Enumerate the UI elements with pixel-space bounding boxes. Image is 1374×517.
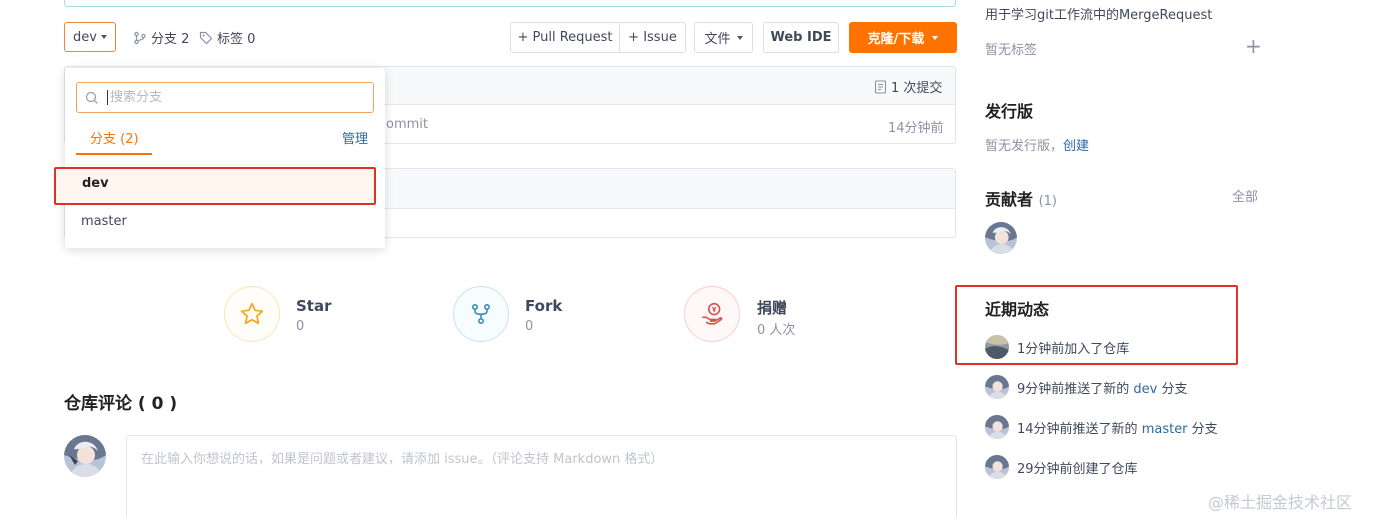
- branch-item-master[interactable]: master: [81, 214, 127, 229]
- no-releases-label: 暂无发行版，: [985, 139, 1064, 154]
- files-button[interactable]: 文件: [694, 22, 753, 53]
- avatar-image: [985, 375, 1009, 399]
- star-icon: [240, 302, 264, 325]
- avatar[interactable]: [64, 435, 106, 477]
- commit-list-icon: [874, 79, 887, 94]
- repo-header-panel: [64, 0, 956, 7]
- donate-button[interactable]: [684, 286, 740, 342]
- donate-count: 0 人次: [757, 323, 796, 338]
- activity-text: 1分钟前加入了仓库: [1017, 341, 1130, 357]
- clone-download-button[interactable]: 克隆/下载: [849, 22, 957, 53]
- fork-label[interactable]: Fork: [525, 297, 562, 315]
- contributors-title-label: 贡献者: [985, 190, 1034, 209]
- tag-icon: [199, 31, 213, 44]
- contributors-count: (1): [1038, 194, 1058, 209]
- activity-text: 9分钟前推送了新的 dev 分支: [1017, 378, 1188, 397]
- manage-branches-link[interactable]: 管理: [342, 128, 368, 147]
- activity-text-prefix: 14分钟前推送了新的: [1017, 421, 1142, 437]
- chevron-down-icon: [736, 35, 743, 40]
- create-release-link[interactable]: 创建: [1063, 139, 1089, 154]
- avatar-image: [985, 222, 1017, 254]
- add-tag-icon[interactable]: +: [1245, 34, 1262, 58]
- activity-item: 1分钟前加入了仓库: [985, 335, 1129, 359]
- avatar[interactable]: [985, 455, 1009, 479]
- fork-count: 0: [525, 319, 534, 334]
- activity-text-prefix: 9分钟前推送了新的: [1017, 381, 1134, 397]
- star-count: 0: [296, 319, 305, 334]
- web-ide-label: Web IDE: [770, 30, 832, 45]
- avatar-image: [985, 455, 1009, 479]
- branch-search-input[interactable]: [107, 90, 347, 105]
- activity-item: 29分钟前创建了仓库: [985, 455, 1138, 479]
- chevron-down-icon: [100, 35, 107, 39]
- activity-text: 14分钟前推送了新的 master 分支: [1017, 418, 1218, 437]
- tab-branches[interactable]: 分支 (2): [90, 128, 139, 147]
- star-label[interactable]: Star: [296, 297, 332, 315]
- activity-item: 9分钟前推送了新的 dev 分支: [985, 375, 1188, 399]
- comments-title: 仓库评论 ( 0 ): [64, 394, 178, 414]
- commit-message[interactable]: ommit: [386, 117, 428, 132]
- activity-text: 29分钟前创建了仓库: [1017, 461, 1138, 477]
- files-label: 文件: [704, 32, 731, 47]
- releases-title: 发行版: [985, 102, 1034, 121]
- activity-branch-link[interactable]: dev: [1133, 382, 1157, 397]
- fork-icon: [471, 303, 491, 324]
- branch-select-label: dev: [73, 29, 97, 45]
- web-ide-button[interactable]: Web IDE: [763, 22, 839, 53]
- activity-branch-link[interactable]: master: [1142, 422, 1188, 437]
- avatar[interactable]: [985, 375, 1009, 399]
- avatar[interactable]: [985, 335, 1009, 359]
- branch-icon: [134, 31, 146, 44]
- activity-item: 14分钟前推送了新的 master 分支: [985, 415, 1218, 439]
- clone-download-label: 克隆/下载: [867, 32, 925, 47]
- commits-count-label: 1 次提交: [891, 81, 943, 96]
- avatar-image: [985, 335, 1009, 359]
- tags-count-label: 标签 0: [217, 32, 256, 47]
- branch-select[interactable]: dev: [64, 22, 116, 52]
- pull-request-label: + Pull Request: [517, 30, 613, 45]
- activity-text-suffix: 分支: [1187, 421, 1218, 437]
- branch-search-box[interactable]: [76, 82, 374, 113]
- avatar-image: [64, 435, 106, 477]
- commit-time: 14分钟前: [888, 121, 944, 136]
- activity-title: 近期动态: [985, 300, 1050, 319]
- issue-button[interactable]: + Issue: [620, 22, 686, 53]
- comment-editor[interactable]: [126, 435, 957, 517]
- pull-request-button[interactable]: + Pull Request: [510, 22, 620, 53]
- commits-count-link[interactable]: 1 次提交: [874, 77, 942, 96]
- no-releases-text: 暂无发行版，创建: [985, 135, 1089, 154]
- tab-active-indicator: [76, 153, 152, 155]
- issue-label: + Issue: [628, 30, 677, 45]
- star-button[interactable]: [224, 286, 280, 342]
- no-tags-text: 暂无标签: [985, 43, 1038, 58]
- branches-count-link[interactable]: 分支 2: [133, 28, 189, 47]
- contributors-title: 贡献者 (1): [985, 186, 1057, 210]
- search-icon: [85, 91, 98, 104]
- fork-button[interactable]: [453, 286, 509, 342]
- watermark: @稀土掘金技术社区: [1208, 493, 1353, 512]
- donate-label[interactable]: 捐赠: [757, 297, 787, 318]
- contributor-avatar[interactable]: [985, 222, 1017, 254]
- branch-item-dev[interactable]: dev: [82, 176, 109, 191]
- donate-icon: [702, 302, 723, 325]
- all-contributors-link[interactable]: 全部: [1232, 186, 1258, 205]
- avatar-image: [985, 415, 1009, 439]
- branches-count-label: 分支 2: [151, 32, 190, 47]
- repo-description: 用于学习git工作流中的MergeRequest: [985, 8, 1213, 23]
- comment-input[interactable]: [141, 448, 942, 508]
- chevron-down-icon: [932, 35, 939, 40]
- avatar[interactable]: [985, 415, 1009, 439]
- activity-text-suffix: 分支: [1157, 381, 1188, 397]
- tags-count-link[interactable]: 标签 0: [199, 28, 255, 47]
